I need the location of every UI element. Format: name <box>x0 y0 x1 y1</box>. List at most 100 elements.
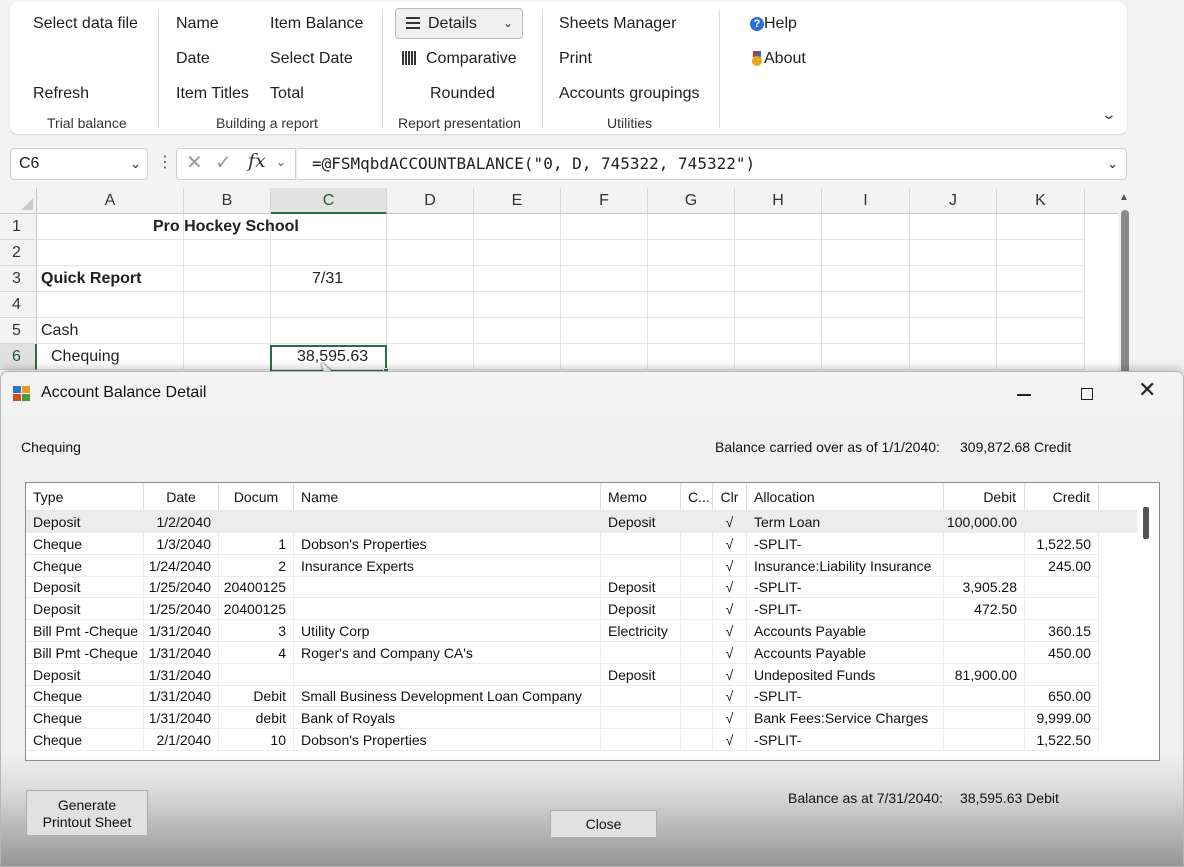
cell-memo: Deposit <box>601 598 681 621</box>
more-options-icon[interactable]: ⋮ <box>157 152 173 172</box>
column-header-f[interactable]: F <box>561 188 648 214</box>
cell-name: Small Business Development Loan Company <box>294 685 601 708</box>
col-memo[interactable]: Memo <box>601 483 681 511</box>
select-all-corner[interactable] <box>0 188 37 214</box>
col-clr[interactable]: Clr <box>713 483 747 511</box>
minimize-icon[interactable] <box>1017 394 1031 396</box>
sheet-vertical-scrollbar[interactable]: ▲ <box>1118 188 1132 380</box>
cell-c <box>681 554 713 577</box>
enter-icon[interactable]: ✓ <box>215 150 232 175</box>
row-header-2[interactable]: 2 <box>0 240 37 266</box>
details-dropdown[interactable]: Details ⌄ <box>395 8 523 39</box>
cell-debit <box>944 532 1025 555</box>
table-row[interactable]: Cheque 1/3/2040 1 Dobson's Properties √ -SPLI… <box>26 532 1137 555</box>
print-button[interactable]: Print <box>559 49 592 69</box>
cell-credit: 650.00 <box>1025 685 1099 708</box>
cell-a3[interactable]: Quick Report <box>41 266 141 292</box>
table-row[interactable]: Deposit 1/25/2040 20400125 Deposit √ -SPLIT- 3… <box>26 576 1137 599</box>
dialog-titlebar[interactable]: Account Balance Detail ✕ <box>1 372 1183 416</box>
cancel-icon[interactable]: ✕ <box>186 150 203 175</box>
table-row-partial <box>26 753 1137 760</box>
col-allocation[interactable]: Allocation <box>747 483 944 511</box>
carried-over-value: 309,872.68 Credit <box>960 439 1072 455</box>
row-header-3[interactable]: 3 <box>0 266 37 292</box>
generate-printout-button[interactable]: Generate Printout Sheet <box>26 790 148 836</box>
cell-name: Insurance Experts <box>294 554 601 577</box>
barcode-icon <box>402 51 416 65</box>
col-debit[interactable]: Debit <box>944 483 1025 511</box>
cell-name: Utility Corp <box>294 620 601 642</box>
column-header-b[interactable]: B <box>184 188 271 214</box>
cell-debit <box>944 620 1025 642</box>
column-header-d[interactable]: D <box>387 188 474 214</box>
column-header-i[interactable]: I <box>822 188 910 214</box>
row-header-6[interactable]: 6 <box>0 344 37 370</box>
column-header-h[interactable]: H <box>735 188 822 214</box>
cell-title[interactable]: Pro Hockey School <box>153 214 299 240</box>
cell-debit: 100,000.00 <box>944 511 1025 533</box>
column-header-g[interactable]: G <box>648 188 735 214</box>
column-header-e[interactable]: E <box>474 188 561 214</box>
cell-clr: √ <box>713 511 747 533</box>
scrollbar-thumb[interactable] <box>1121 210 1129 380</box>
table-row[interactable]: Cheque 2/1/2040 10 Dobson's Properties √ -SPL… <box>26 729 1137 751</box>
about-button[interactable]: About <box>764 49 806 69</box>
table-row[interactable]: Bill Pmt -Cheque 1/31/2040 3 Utility Corp El… <box>26 620 1137 642</box>
cell-c <box>681 729 713 751</box>
ribbon-collapse-icon[interactable]: ⌄ <box>1101 106 1117 123</box>
table-row[interactable]: Bill Pmt -Cheque 1/31/2040 4 Roger's and Co… <box>26 641 1137 664</box>
table-row[interactable]: Cheque 1/31/2040 debit Bank of Royals √ Bank … <box>26 707 1137 730</box>
cell-a6[interactable]: Chequing <box>51 344 120 370</box>
comparative-button[interactable]: Comparative <box>426 49 517 69</box>
cell-alloc: Insurance:Liability Insurance <box>747 554 944 577</box>
cell-c3[interactable]: 7/31 <box>312 266 343 292</box>
chevron-down-icon[interactable]: ⌄ <box>276 155 286 169</box>
rounded-button[interactable]: Rounded <box>430 84 495 104</box>
table-row[interactable]: Cheque 1/24/2040 2 Insurance Experts √ Insura… <box>26 554 1137 577</box>
transactions-table[interactable]: Type Date Docum Name Memo C... Clr Alloc… <box>25 482 1160 761</box>
scrollbar-thumb[interactable] <box>1143 507 1149 539</box>
column-header-k[interactable]: K <box>997 188 1085 214</box>
row-header-5[interactable]: 5 <box>0 318 37 344</box>
cell-credit <box>1025 663 1099 686</box>
formula-input[interactable]: =@FSMqbdACCOUNTBALANCE("0, D, 745322, 74… <box>298 148 1127 180</box>
close-button[interactable]: Close <box>550 810 657 838</box>
column-header-j[interactable]: J <box>910 188 997 214</box>
table-row[interactable]: Deposit 1/31/2040 Deposit √ Undeposited Fund… <box>26 663 1137 686</box>
cell-memo <box>601 641 681 664</box>
table-row[interactable]: Deposit 1/2/2040 Deposit √ Term Loan 100,000.… <box>26 511 1137 533</box>
col-type[interactable]: Type <box>26 483 144 511</box>
name-box[interactable]: C6 ⌄ <box>10 148 148 180</box>
row-header-4[interactable]: 4 <box>0 292 37 318</box>
scroll-up-icon[interactable]: ▲ <box>1119 192 1129 203</box>
cell-credit: 450.00 <box>1025 641 1099 664</box>
cell-debit <box>944 707 1025 730</box>
col-c[interactable]: C... <box>681 483 713 511</box>
table-row[interactable]: Deposit 1/25/2040 20400125 Deposit √ -SPLIT- 4… <box>26 598 1137 621</box>
col-credit[interactable]: Credit <box>1025 483 1099 511</box>
table-row[interactable]: Cheque 1/31/2040 Debit Small Business Devel… <box>26 685 1137 708</box>
chevron-down-icon[interactable]: ⌄ <box>130 149 141 179</box>
cell-a5[interactable]: Cash <box>41 318 78 344</box>
close-icon[interactable]: ✕ <box>1138 378 1156 403</box>
row-header-1[interactable]: 1 <box>0 214 37 240</box>
col-document[interactable]: Docum <box>219 483 294 511</box>
cell-c <box>681 707 713 730</box>
col-date[interactable]: Date <box>144 483 219 511</box>
cell-doc: 4 <box>219 641 294 664</box>
column-header-a[interactable]: A <box>37 188 184 214</box>
sheets-manager-button[interactable]: Sheets Manager <box>559 14 676 34</box>
expand-formula-icon[interactable]: ⌄ <box>1107 149 1118 179</box>
help-button[interactable]: Help <box>764 14 797 34</box>
col-name[interactable]: Name <box>294 483 601 511</box>
cell-debit: 3,905.28 <box>944 576 1025 599</box>
accounts-groupings-button[interactable]: Accounts groupings <box>559 84 700 104</box>
maximize-icon[interactable] <box>1081 388 1093 400</box>
table-vertical-scrollbar[interactable] <box>1137 483 1159 760</box>
insert-function-icon[interactable]: fx <box>248 150 266 172</box>
cell-c <box>681 532 713 555</box>
column-header-c[interactable]: C <box>271 188 387 214</box>
spreadsheet-grid[interactable]: A B C D E F G H I J K 1 2 3 4 5 6 Pro Ho… <box>0 188 1120 378</box>
cell-date: 1/31/2040 <box>144 707 219 730</box>
cell-clr: √ <box>713 554 747 577</box>
